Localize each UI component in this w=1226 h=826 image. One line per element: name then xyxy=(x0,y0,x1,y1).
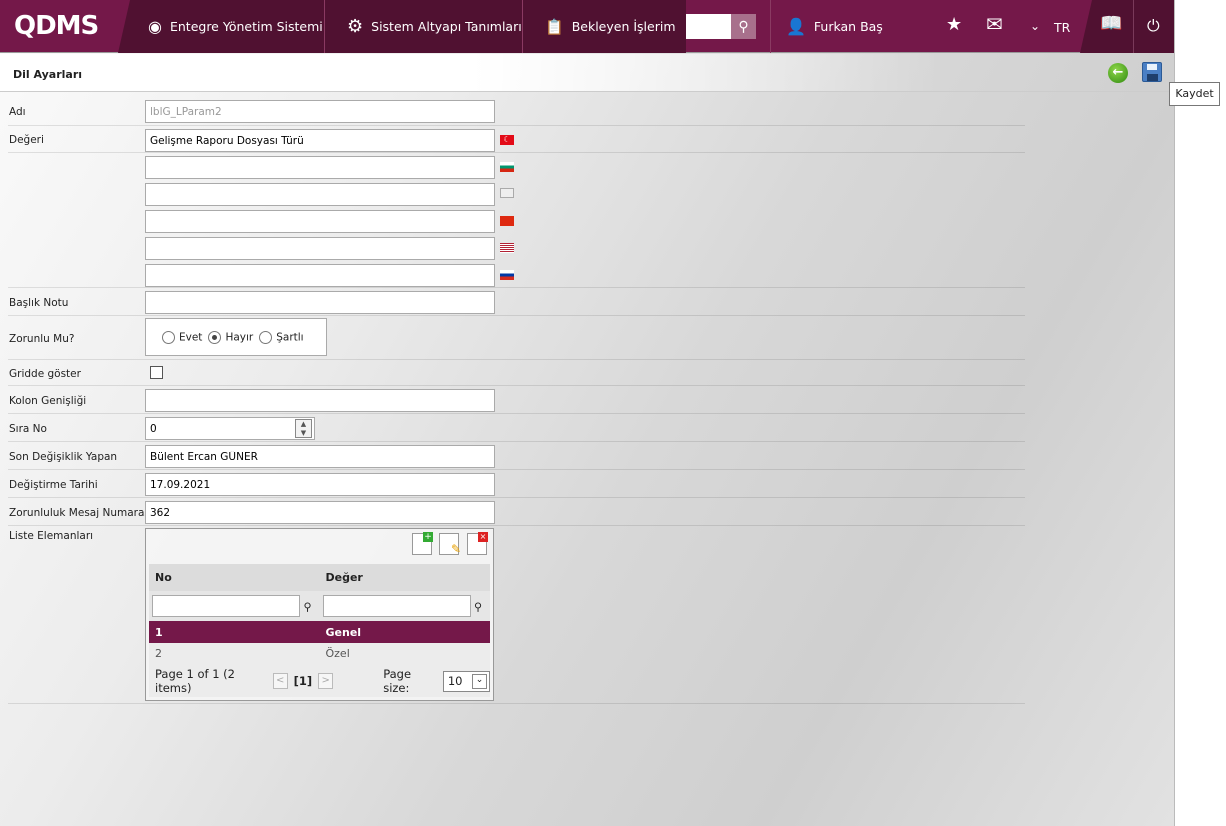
column-header-no[interactable]: No xyxy=(149,564,320,591)
cell-no: 2 xyxy=(149,643,320,666)
page-title: Dil Ayarları xyxy=(13,68,83,81)
nav-label: Bekleyen İşlerim xyxy=(571,19,676,34)
delete-row-icon[interactable]: × xyxy=(467,532,488,555)
filter-deger-input[interactable] xyxy=(322,595,471,617)
grid-table: No Değer ⚲ ⚲ 1 Genel 2 Özel xyxy=(149,564,490,666)
page-size-value: 10 xyxy=(447,673,463,688)
clipboard-icon: 📋 xyxy=(545,17,564,36)
nav-entegre[interactable]: ◉ Entegre Yönetim Sistemi xyxy=(148,0,323,53)
filter-icon[interactable]: ⚲ xyxy=(304,601,312,614)
degeri-input-3[interactable] xyxy=(145,183,495,206)
tarih-input[interactable] xyxy=(145,473,495,496)
nav-label: Sistem Altyapı Tanımları xyxy=(371,19,522,34)
current-page[interactable]: [1] xyxy=(294,674,313,688)
kolon-input[interactable] xyxy=(145,389,495,412)
degeri-label: Değeri xyxy=(9,134,44,146)
nav-bekleyen[interactable]: 📋 Bekleyen İşlerim xyxy=(545,0,676,53)
zorunlu-label: Zorunlu Mu? xyxy=(9,333,75,345)
degeri-input-ru[interactable] xyxy=(145,264,495,287)
degeri-input-bg[interactable] xyxy=(145,156,495,179)
nav-label: Entegre Yönetim Sistemi xyxy=(169,19,323,34)
table-row[interactable]: 1 Genel xyxy=(149,621,490,643)
search-icon[interactable]: ⚲ xyxy=(731,14,756,39)
liste-label: Liste Elemanları xyxy=(9,530,94,542)
pager-summary: Page 1 of 1 (2 items) xyxy=(155,667,235,695)
degeri-input-tr[interactable] xyxy=(145,129,495,152)
son-input[interactable] xyxy=(145,445,495,468)
degeri-input-cn[interactable] xyxy=(145,210,495,233)
cell-deger: Genel xyxy=(319,621,490,643)
broken-image-icon xyxy=(500,188,514,198)
user-icon: 👤 xyxy=(786,17,806,36)
next-page-button[interactable]: > xyxy=(318,673,334,689)
title-bar: Dil Ayarları xyxy=(0,54,1174,92)
adi-input[interactable] xyxy=(145,100,495,123)
edit-row-icon[interactable]: ✎ xyxy=(439,533,461,556)
liste-grid: + ✎ × No Değer ⚲ ⚲ 1 Genel 2 Özel Page 1 of… xyxy=(145,528,494,701)
mail-icon[interactable]: ✉ xyxy=(986,12,1003,36)
radio-sartli[interactable]: Şartlı xyxy=(259,330,304,344)
tarih-label: Değiştirme Tarihi xyxy=(9,479,98,491)
zorunlu-radio-group: Evet Hayır Şartlı xyxy=(145,318,327,356)
gear-icon: ⚙ xyxy=(347,16,364,37)
column-header-deger[interactable]: Değer xyxy=(319,564,490,591)
china-flag-icon xyxy=(500,216,514,226)
degeri-input-us[interactable] xyxy=(145,237,495,260)
save-tooltip: Kaydet xyxy=(1169,82,1220,106)
table-row[interactable]: 2 Özel xyxy=(149,643,490,666)
user-name: Furkan Baş xyxy=(813,19,883,34)
search-input[interactable] xyxy=(686,14,731,39)
chevron-down-icon: ⌄ xyxy=(472,673,487,689)
filter-icon[interactable]: ⚲ xyxy=(474,601,482,614)
pager: Page 1 of 1 (2 items) < [1] > Page size:… xyxy=(149,665,490,697)
bulgaria-flag-icon xyxy=(500,162,514,172)
baslik-label: Başlık Notu xyxy=(9,297,69,309)
radio-hayir[interactable]: Hayır xyxy=(208,330,254,344)
adi-label: Adı xyxy=(9,106,26,118)
usa-flag-icon xyxy=(500,243,514,253)
star-icon[interactable]: ★ xyxy=(946,14,962,35)
power-icon[interactable]: ⏻ xyxy=(1147,16,1160,36)
radio-evet[interactable]: Evet xyxy=(162,330,203,344)
mesaj-input[interactable] xyxy=(145,501,495,524)
book-icon[interactable]: 📖 xyxy=(1100,13,1122,34)
page-size-label: Page size: xyxy=(383,667,412,695)
baslik-input[interactable] xyxy=(145,291,495,314)
cell-no: 1 xyxy=(149,621,320,643)
russia-flag-icon xyxy=(500,270,514,280)
back-button[interactable]: ← xyxy=(1108,63,1128,83)
chevron-down-icon[interactable]: ⌄ xyxy=(1030,19,1040,33)
logo[interactable]: QDMS xyxy=(14,11,99,41)
gridde-label: Gridde göster xyxy=(9,368,81,380)
q-icon: ◉ xyxy=(148,17,162,36)
language-selector[interactable]: TR xyxy=(1054,20,1070,35)
filter-no-input[interactable] xyxy=(152,595,300,617)
app-window: QDMS ◉ Entegre Yönetim Sistemi ⚙ Sistem Al… xyxy=(0,0,1175,826)
page-size-select[interactable]: 10 ⌄ xyxy=(442,670,490,692)
prev-page-button[interactable]: < xyxy=(272,673,288,689)
save-button[interactable] xyxy=(1142,62,1162,82)
user-menu[interactable]: 👤 Furkan Baş xyxy=(786,0,883,53)
radio-label: Evet xyxy=(179,331,203,343)
sira-input[interactable] xyxy=(145,417,315,440)
cell-deger: Özel xyxy=(319,643,490,666)
top-bar: QDMS ◉ Entegre Yönetim Sistemi ⚙ Sistem Al… xyxy=(0,0,1174,53)
add-row-icon[interactable]: + xyxy=(412,532,433,555)
sira-label: Sıra No xyxy=(9,423,47,435)
gridde-checkbox[interactable] xyxy=(150,366,163,379)
nav-sistem[interactable]: ⚙ Sistem Altyapı Tanımları xyxy=(347,0,522,53)
mesaj-label: Zorunluluk Mesaj Numarası xyxy=(9,507,153,519)
son-label: Son Değişiklik Yapan xyxy=(9,451,118,463)
radio-label: Hayır xyxy=(225,331,254,343)
radio-label: Şartlı xyxy=(276,331,304,343)
search-box: ⚲ xyxy=(686,14,756,39)
kolon-label: Kolon Genişliği xyxy=(9,395,87,407)
sira-stepper[interactable]: ▲ ▼ xyxy=(295,419,312,438)
turkey-flag-icon: ☾ xyxy=(500,135,514,145)
